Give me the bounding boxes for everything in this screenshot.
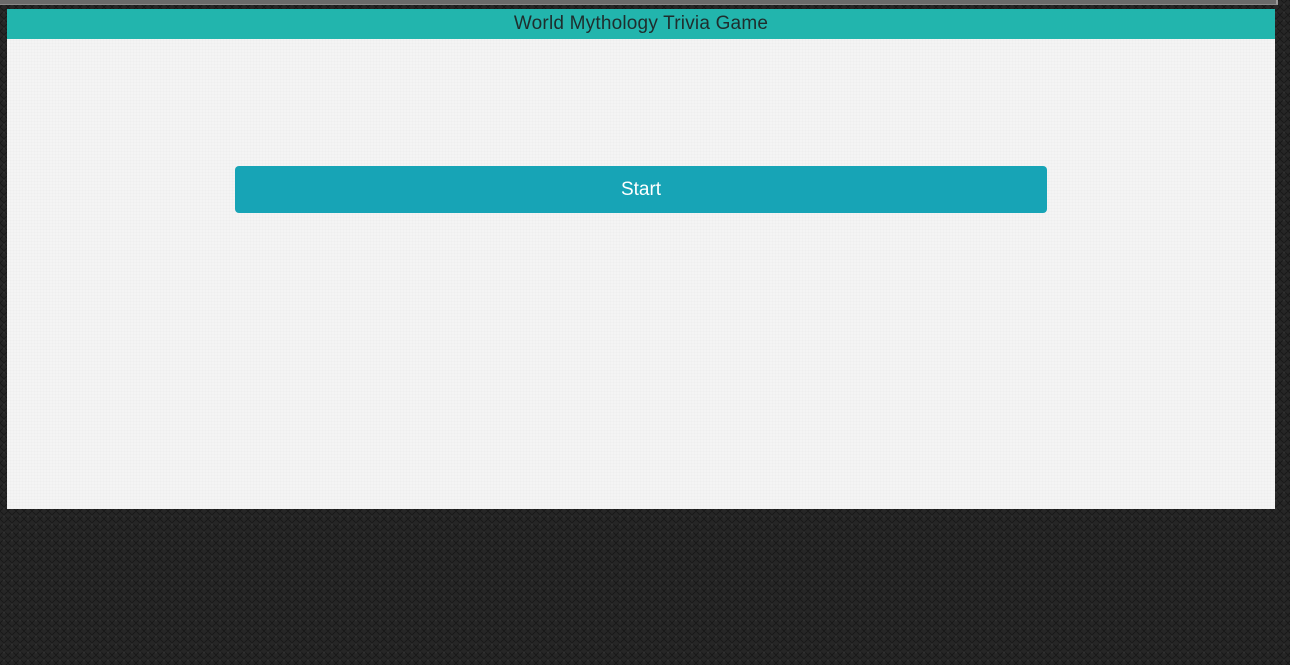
start-button[interactable]: Start <box>235 166 1047 213</box>
title-bar: World Mythology Trivia Game <box>7 9 1275 39</box>
app-title: World Mythology Trivia Game <box>513 13 769 34</box>
app-window: World Mythology Trivia Game Start <box>7 9 1275 509</box>
top-window-edge <box>0 0 1278 5</box>
